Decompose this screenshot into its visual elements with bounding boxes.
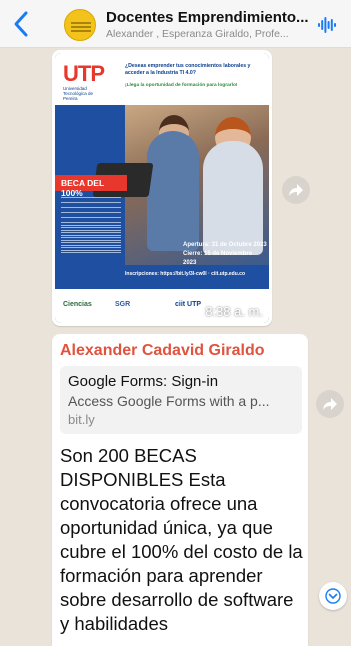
partner-ciit: ciit UTP [175, 301, 202, 308]
link-preview-domain: bit.ly [68, 412, 95, 427]
utp-logo: UTP [63, 61, 105, 86]
text-message[interactable]: Alexander Cadavid Giraldo Google Forms: … [52, 334, 308, 646]
sender-name[interactable]: Alexander Cadavid Giraldo [60, 342, 302, 360]
audio-wave-icon[interactable] [318, 17, 336, 33]
utp-logo-subtitle: Universidad Tecnológica de Pereira [63, 86, 94, 101]
message-time: 8:38 a. m. [205, 304, 263, 319]
chat-area[interactable]: UTP Universidad Tecnológica de Pereira ¿… [0, 48, 351, 646]
flyer-tagline: ¿Deseas emprender tus conocimientos labo… [125, 63, 251, 76]
group-members[interactable]: Alexander , Esperanza Giraldo, Profe... [106, 28, 306, 40]
flyer-details-text [61, 225, 121, 251]
message-body: Son 200 BECAS DISPONIBLES Esta convocato… [60, 445, 303, 634]
forward-arrow-icon [289, 184, 303, 196]
link-preview[interactable]: Google Forms: Sign-in Access Google Form… [60, 366, 302, 434]
scroll-to-bottom-button[interactable] [319, 582, 347, 610]
flyer-tagline-secondary: ¡Llega la oportunidad de formación para … [125, 83, 238, 88]
chevron-down-icon [325, 588, 341, 604]
forward-arrow-icon [323, 398, 337, 410]
back-chevron-icon[interactable] [10, 10, 34, 38]
flyer-image[interactable]: UTP Universidad Tecnológica de Pereira ¿… [55, 53, 269, 323]
partner-ciencias: Ciencias [63, 301, 92, 308]
group-avatar[interactable] [64, 9, 96, 41]
partner-sgr: SGR [115, 301, 131, 308]
group-title[interactable]: Docentes Emprendimiento... [106, 9, 316, 26]
link-preview-description: Access Google Forms with a p... [68, 393, 270, 409]
chat-header: Docentes Emprendimiento... Alexander , E… [0, 0, 351, 48]
forward-button[interactable] [316, 390, 344, 418]
link-preview-title: Google Forms: Sign-in [68, 373, 219, 390]
flyer-link: Inscripciones: https://bit.ly/3I-cw0l · … [125, 271, 246, 277]
forward-button[interactable] [282, 176, 310, 204]
beca-banner: BECA DEL 100% [55, 175, 127, 198]
flyer-dates: Apertura: 31 de Octubre 2023 Cierre: 15 … [183, 242, 267, 266]
image-message[interactable]: UTP Universidad Tecnológica de Pereira ¿… [52, 50, 272, 326]
